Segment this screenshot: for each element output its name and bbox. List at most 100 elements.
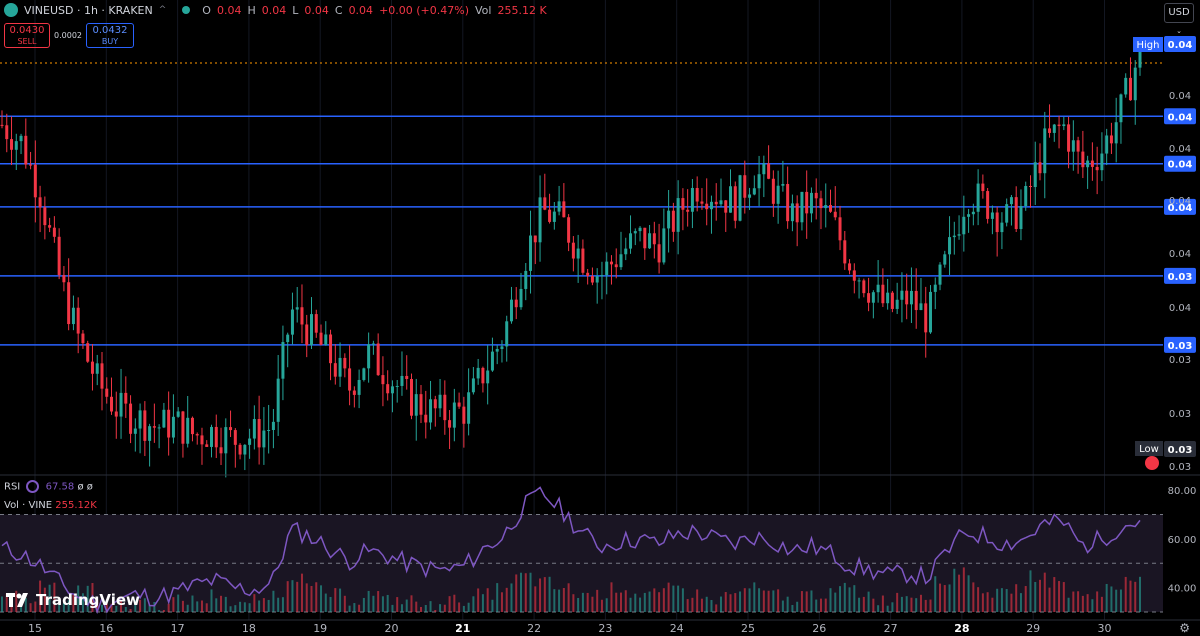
candle-body [190,417,194,435]
volume-bar [1053,577,1056,612]
volume-bar [167,603,170,612]
time-axis-label: 27 [884,622,898,635]
candle-body [533,235,537,243]
volume-bar [172,597,175,612]
candle-body [814,192,818,199]
volume-bar [458,602,461,612]
volume-bar [524,573,527,612]
sell-label: SELL [17,37,37,46]
vine-logo-icon [4,3,18,17]
volume-bar [724,592,727,612]
volume-bar [739,591,742,612]
candle-body [676,198,680,232]
price-axis-tick: 0.03 [1169,462,1191,473]
collapse-chevron-icon[interactable]: ^ [159,5,167,15]
volume-bar [539,578,542,612]
volume-bar [881,595,884,612]
volume-bar [1048,587,1051,612]
low-tag-label: Low [1139,444,1159,455]
tradingview-logo-icon [6,593,28,607]
symbol-title[interactable]: VINEUSD · 1h · KRAKEN [24,4,153,17]
volume-bar [672,585,675,612]
candle-body [267,429,271,431]
buy-label: BUY [101,37,119,46]
price-axis-tick: 0.04 [1169,91,1191,102]
volume-value: 255.12K [55,500,97,511]
buy-button[interactable]: 0.0432 BUY [86,23,134,48]
support-line-price-label: 0.03 [1168,272,1193,283]
candle-body [233,430,237,445]
price-axis-tick: 0.03 [1169,409,1191,420]
candle-body [5,125,9,140]
flag-icon[interactable] [1145,456,1159,470]
price-axis-tick: 0.04 [1169,196,1191,207]
candle-body [290,309,294,335]
volume-bar [686,599,689,612]
candle-body [343,357,347,369]
candle-body [81,333,85,344]
volume-bar [753,582,756,612]
candle-body [52,227,56,237]
candle-body [148,426,152,441]
candle-body [529,235,533,271]
candle-body [157,427,161,429]
volume-bar [339,588,342,612]
candle-body [205,444,209,447]
candle-body [552,211,556,222]
volume-bar [420,606,423,612]
chart-area[interactable]: 0.04 0.04 0.04 0.03 0.03 0.04 0.04 0.04 0.04 0.04… [0,0,1200,636]
candle-body [295,307,299,310]
volume-bar [258,600,261,612]
volume-bar [891,602,894,612]
candle-body [319,332,323,345]
volume-bar [510,583,513,612]
candle-body [652,233,656,245]
sell-button[interactable]: 0.0430 SELL [4,23,50,48]
volume-bar [415,601,418,612]
candle-body [600,275,604,277]
chart-canvas[interactable]: 0.04 0.04 0.04 0.03 0.03 0.04 0.04 0.04 0.04 0.04… [0,0,1200,636]
candle-body [695,187,699,202]
volume-bar [334,588,337,612]
volume-bar [262,598,265,612]
volume-bar [710,600,713,612]
candle-body [309,314,313,346]
chart-settings-icon[interactable]: ⚙ [1179,621,1190,635]
rsi-legend[interactable]: RSI 67.58 ø ø [4,480,93,493]
volume-bar [472,596,475,612]
candle-body [514,299,518,308]
volume-bar [648,591,651,612]
volume-bar [605,598,608,612]
candle-body [938,264,942,285]
time-axis-label: 16 [99,622,113,635]
volume-bar [1015,584,1018,612]
volume-bar [1010,593,1013,612]
volume-bar [462,605,465,612]
volume-legend[interactable]: Vol · VINE 255.12K [4,500,97,511]
candle-body [571,242,575,259]
candle-body [281,342,285,379]
volume-bar [734,593,737,612]
volume-bar [429,601,432,612]
ohlc-high-key: H [247,3,256,17]
candle-body [819,198,823,209]
currency-selector[interactable]: USD ⌄ [1164,3,1194,35]
candle-body [176,411,180,417]
candle-body [171,416,175,438]
ohlc-high: 0.04 [261,3,287,17]
volume-bar [496,583,499,612]
candle-body [409,378,413,416]
tradingview-logo[interactable]: TradingView [6,591,140,609]
candle-body [995,212,999,233]
volume-bar [658,592,661,612]
candle-body [133,428,137,434]
candle-body [629,233,633,249]
candle-body [181,411,185,444]
candle-body [1052,124,1056,133]
rsi-settings-icon[interactable] [26,480,40,493]
volume-bar [386,594,389,612]
candle-body [538,197,542,243]
volume-bar [324,593,327,612]
volume-bar [939,583,942,612]
candle-body [229,427,233,431]
